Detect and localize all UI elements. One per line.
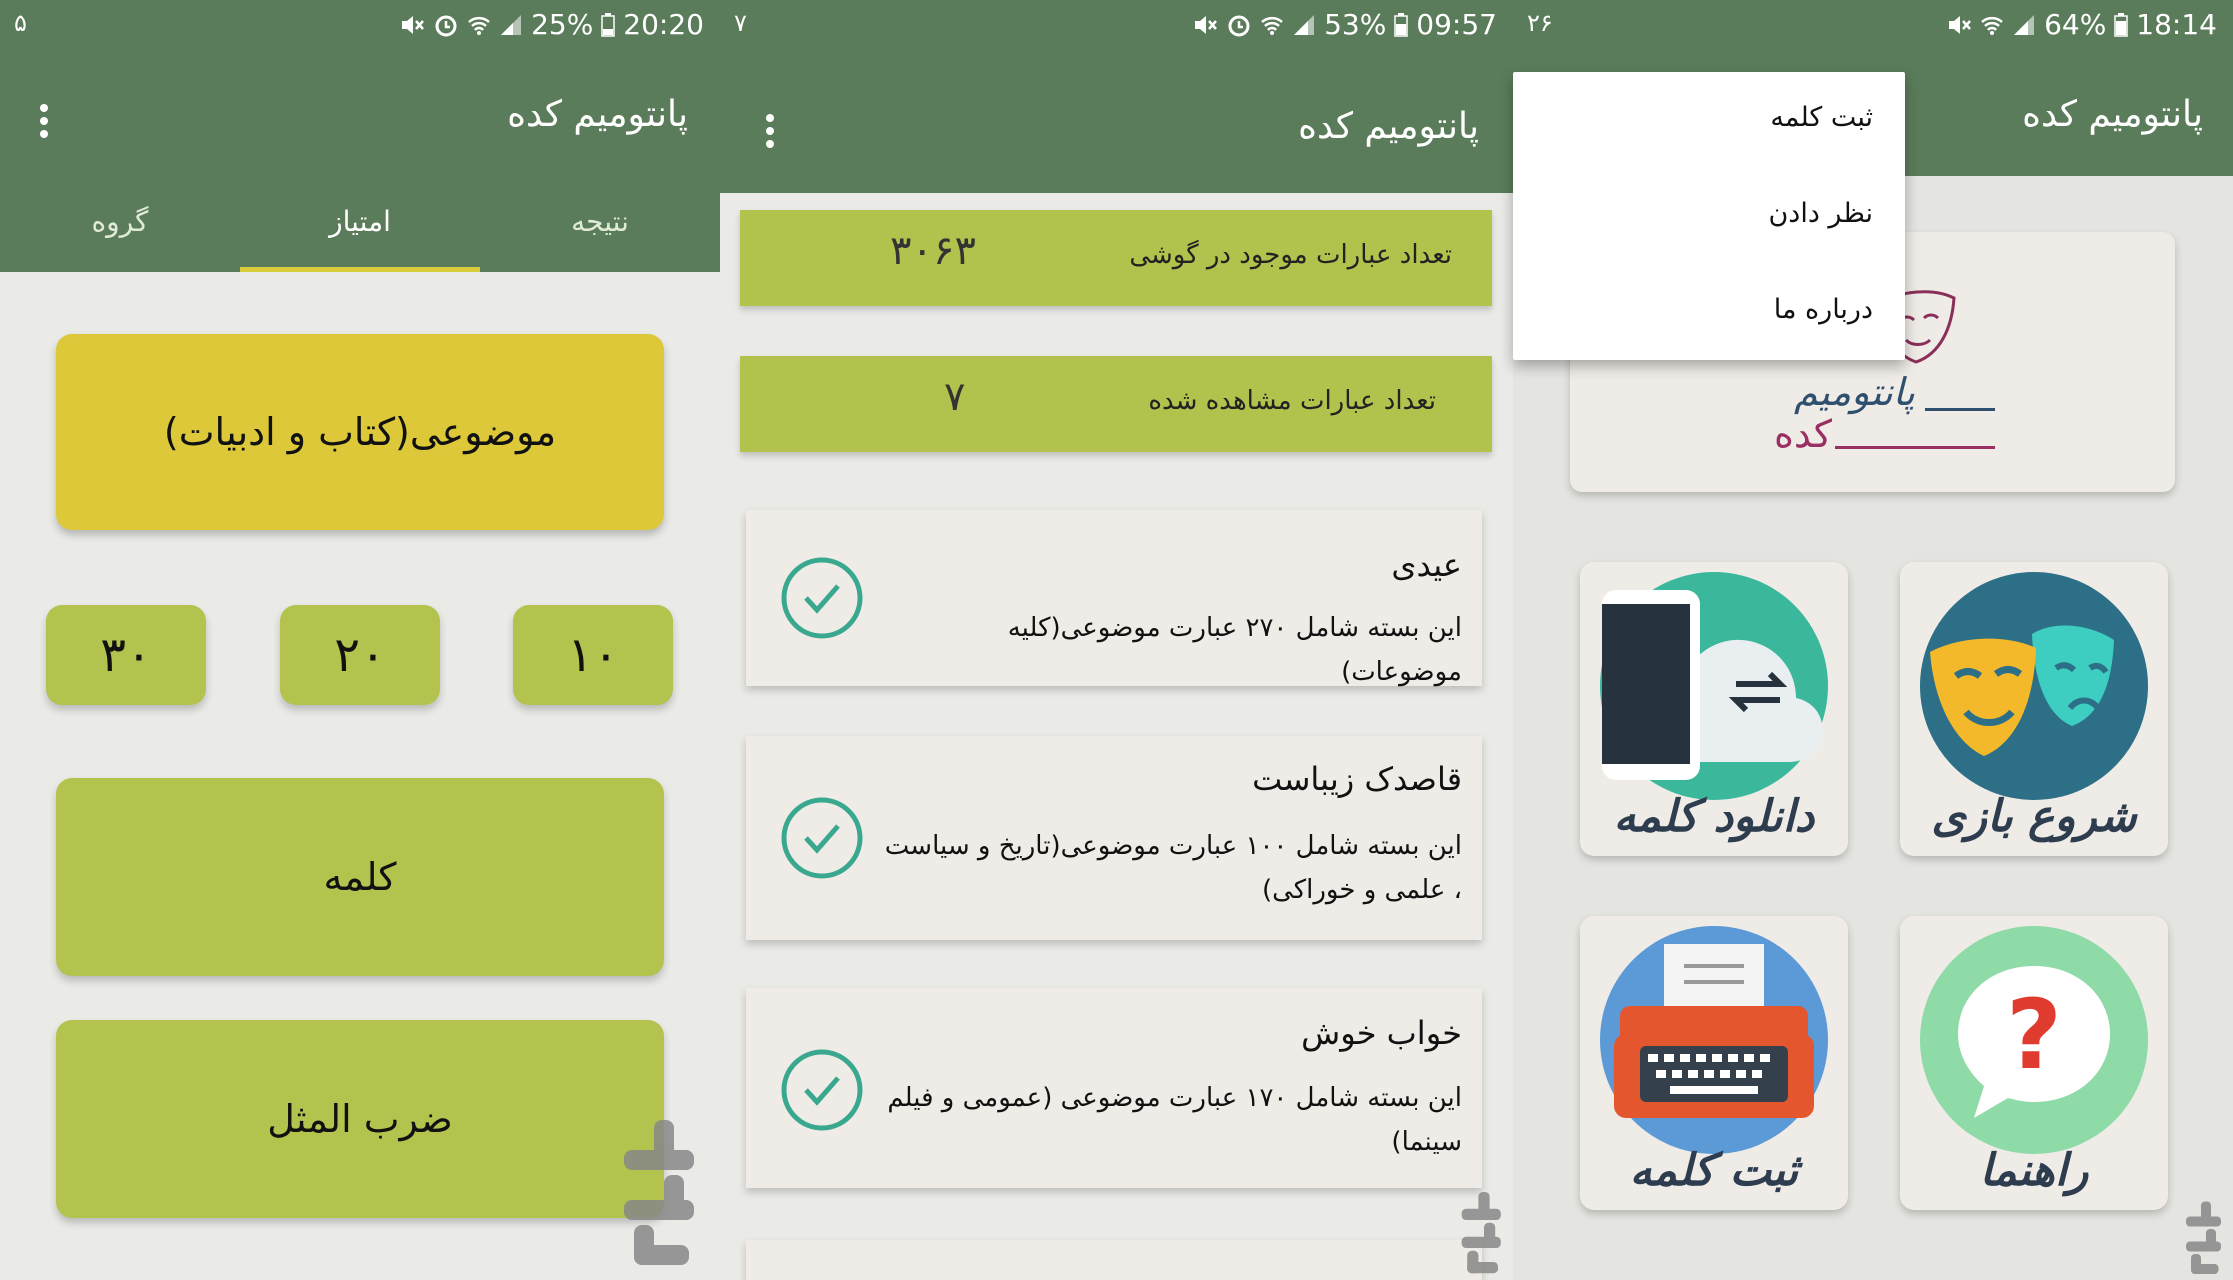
stat-label: تعداد عبارات مشاهده شده (1148, 386, 1436, 416)
battery-icon (1394, 12, 1409, 37)
app-bar: پانتومیم کده (0, 50, 720, 176)
check-circle-icon (781, 1049, 863, 1131)
overflow-menu-icon[interactable] (40, 104, 48, 143)
app-title: پانتومیم کده (2022, 94, 2203, 135)
menu-item-feedback[interactable]: نظر دادن (1768, 198, 1873, 229)
menu-item-add-word[interactable]: ثبت کلمه (1770, 102, 1873, 133)
check-circle-icon (781, 797, 863, 879)
overflow-menu-icon[interactable] (766, 114, 774, 153)
menu-item-about[interactable]: درباره ما (1774, 294, 1873, 325)
watermark-logo-icon (1461, 1192, 1501, 1274)
phone-cloud-sync-icon (1600, 572, 1828, 800)
app-logo-text-bottom: کده (1774, 412, 1832, 456)
type-label: ضرب المثل (267, 1097, 453, 1141)
stat-label: تعداد عبارات موجود در گوشی (1129, 240, 1452, 270)
battery-icon (2114, 12, 2129, 37)
stat-total-phrases: تعداد عبارات موجود در گوشی ۳۰۶۳ (740, 210, 1492, 306)
watermark-logo-icon (2186, 1201, 2221, 1274)
pack-card[interactable]: عیدی این بسته شامل ۲۷۰ عبارت موضوعی(کلیه… (746, 510, 1482, 687)
signal-icon (2014, 14, 2035, 35)
wifi-icon (1261, 16, 1283, 35)
notification-count: ۲۶ (1527, 9, 1553, 37)
guide-tile[interactable]: ? راهنما (1900, 916, 2168, 1210)
tile-label: ثبت کلمه (1629, 1145, 1799, 1196)
mute-icon (1949, 15, 1972, 34)
pack-card[interactable]: قاصدک زیباست این بسته شامل ۱۰۰ عبارت موض… (746, 736, 1482, 940)
clock-time: 18:14 (2136, 8, 2217, 41)
check-circle-icon (781, 557, 863, 639)
type-proverb-button[interactable]: ضرب المثل (56, 1020, 664, 1218)
score-option-10[interactable]: ۱۰ (513, 605, 673, 705)
category-card[interactable]: موضوعی(کتاب و ادبیات) (56, 334, 664, 530)
notification-count: ۷ (734, 9, 747, 37)
tile-label: دانلود کلمه (1613, 791, 1815, 842)
pack-description: این بسته شامل ۱۷۰ عبارت موضوعی (عمومی و … (887, 1083, 1462, 1157)
screen-score-settings: ۵ 25% 20:20 پانتومیم کده نتیجه امتیاز گر… (0, 0, 720, 1280)
question-bubble-icon: ? (1920, 926, 2148, 1154)
pack-card[interactable]: خواب خوش این بسته شامل ۱۷۰ عبارت موضوعی … (746, 988, 1482, 1188)
battery-percent: 64% (2044, 8, 2107, 41)
tab-group[interactable]: گروه (0, 176, 240, 272)
battery-percent: 53% (1324, 8, 1387, 41)
mute-icon (402, 15, 425, 34)
clock-time: 09:57 (1416, 8, 1497, 41)
download-words-tile[interactable]: دانلود کلمه (1580, 562, 1848, 856)
score-value: ۲۰ (334, 627, 386, 683)
app-logo-line-bottom (1835, 446, 1995, 449)
app-logo-text-top: پانتومیم (1794, 370, 1915, 414)
mute-icon (1195, 15, 1218, 34)
pack-title: قاصدک زیباست (1252, 760, 1462, 798)
app-title: پانتومیم کده (507, 94, 688, 135)
alarm-icon (435, 15, 457, 36)
pack-description: این بسته شامل ۱۰۰ عبارت موضوعی(تاریخ و س… (884, 831, 1462, 905)
alarm-icon (1228, 15, 1250, 36)
clock-time: 20:20 (623, 8, 704, 41)
tab-score[interactable]: امتیاز (240, 176, 480, 272)
category-label: موضوعی(کتاب و ادبیات) (163, 410, 557, 454)
battery-icon (601, 12, 616, 37)
notification-count: ۵ (14, 9, 27, 37)
signal-icon (501, 14, 522, 35)
screen-word-packs: ۷ 53% 09:57 پانتومیم کده تعداد عبارات مو… (720, 0, 1513, 1280)
pack-card[interactable] (746, 1240, 1482, 1280)
stat-value: ۷ (944, 374, 966, 420)
wifi-icon (468, 16, 490, 35)
start-game-tile[interactable]: شروع بازی (1900, 562, 2168, 856)
status-bar: ۵ 25% 20:20 (0, 0, 720, 50)
app-logo-line-top (1925, 408, 1995, 411)
typewriter-icon (1600, 926, 1828, 1154)
tile-label: شروع بازی (1931, 791, 2137, 842)
svg-text:?: ? (2006, 979, 2062, 1091)
app-bar: پانتومیم کده (720, 50, 1513, 193)
type-label: کلمه (323, 855, 397, 899)
pack-title: عیدی (1391, 546, 1462, 584)
type-word-button[interactable]: کلمه (56, 778, 664, 976)
battery-percent: 25% (531, 8, 594, 41)
theater-masks-icon (1920, 572, 2148, 800)
score-option-20[interactable]: ۲۰ (280, 605, 440, 705)
status-bar: ۷ 53% 09:57 (720, 0, 1513, 50)
signal-icon (1294, 14, 1315, 35)
tab-result[interactable]: نتیجه (480, 176, 720, 272)
add-word-tile[interactable]: ثبت کلمه (1580, 916, 1848, 1210)
pack-title: خواب خوش (1301, 1014, 1462, 1052)
status-bar: ۲۶ 64% 18:14 (1513, 0, 2233, 50)
watermark-logo-icon (624, 1120, 694, 1265)
overflow-popup-menu: ثبت کلمه نظر دادن درباره ما (1513, 72, 1905, 360)
score-value: ۳۰ (100, 627, 152, 683)
tab-bar: نتیجه امتیاز گروه (0, 176, 720, 272)
score-option-30[interactable]: ۳۰ (46, 605, 206, 705)
tile-label: راهنما (1979, 1145, 2089, 1196)
score-value: ۱۰ (567, 627, 619, 683)
stat-value: ۳۰۶۳ (890, 228, 976, 274)
stat-seen-phrases: تعداد عبارات مشاهده شده ۷ (740, 356, 1492, 452)
app-title: پانتومیم کده (1298, 106, 1479, 147)
wifi-icon (1981, 16, 2003, 35)
pack-description: این بسته شامل ۲۷۰ عبارت موضوعی(کلیه موضو… (1007, 613, 1462, 687)
